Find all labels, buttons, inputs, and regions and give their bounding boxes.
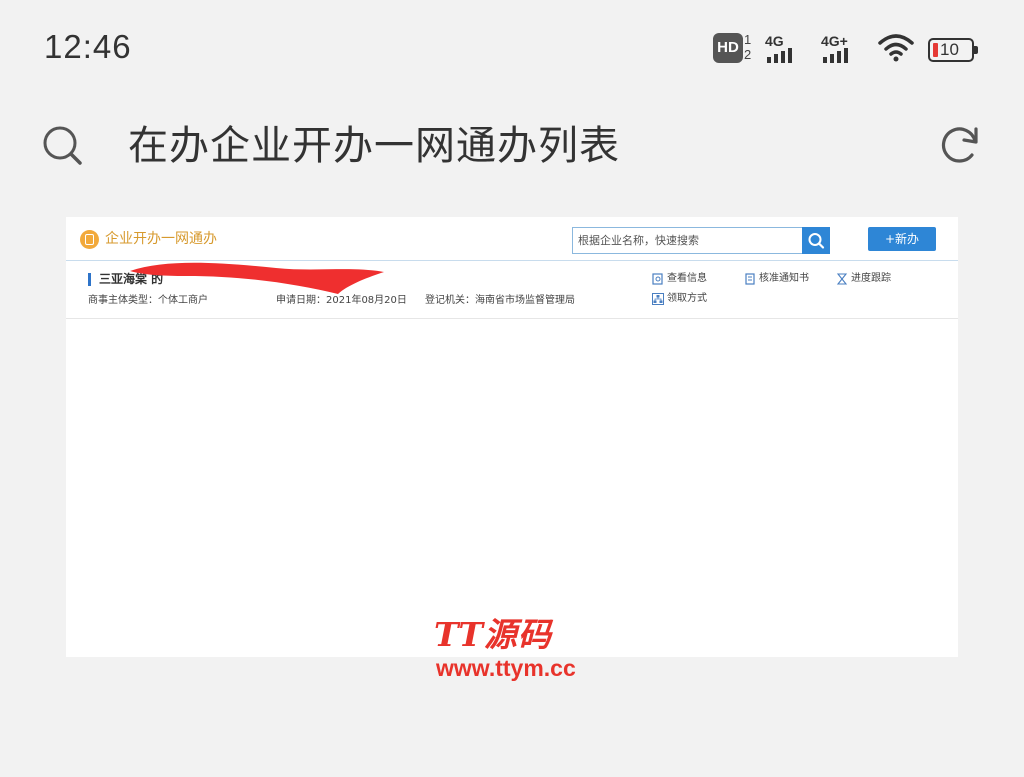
approval-notice-label: 核准通知书 <box>759 273 809 284</box>
logo-icon <box>80 230 99 249</box>
page-title: 在办企业开办一网通办列表 <box>128 123 620 169</box>
search-icon[interactable] <box>40 123 86 169</box>
hd-sim-indicator: 1 2 <box>744 32 751 62</box>
sim1-network-label: 4G <box>765 33 784 49</box>
hd-sim-bottom: 2 <box>744 47 752 62</box>
view-info-label: 查看信息 <box>667 273 707 284</box>
watermark-title: TT源码 <box>434 615 552 654</box>
view-info-button[interactable]: 查看信息 <box>652 272 707 286</box>
network-icon <box>652 293 664 305</box>
battery-tip <box>974 46 978 54</box>
web-header: 企业开办一网通办 +新办 <box>66 217 958 261</box>
signal-sim2-icon: 4G+ <box>821 33 871 65</box>
sim2-network-label: 4G+ <box>821 33 848 49</box>
signal-sim1-icon: 4G <box>765 33 815 65</box>
site-logo-text[interactable]: 企业开办一网通办 <box>105 229 217 249</box>
wifi-icon <box>878 34 914 62</box>
clock: 12:46 <box>44 28 132 65</box>
apply-date: 申请日期：2021年08月20日 <box>276 295 407 306</box>
search-submit-icon <box>808 233 825 249</box>
document-icon <box>745 273 755 285</box>
progress-tracking-label: 进度跟踪 <box>851 273 891 284</box>
search-submit-button[interactable] <box>802 227 830 254</box>
hd-sim-top: 1 <box>744 32 752 47</box>
webpage-content: 企业开办一网通办 +新办 三亚海棠 的 商事主体类型：个体工商户 申请日期：20… <box>66 217 958 657</box>
hd-voice-icon: HD <box>713 33 743 63</box>
registry-office: 登记机关：海南省市场监督管理局 <box>425 295 575 306</box>
status-bar: 12:46 HD 1 2 4G 4G+ 10 <box>0 0 1024 100</box>
approval-notice-button[interactable]: 核准通知书 <box>744 272 809 286</box>
battery-icon: 10 <box>928 38 978 62</box>
watermark-url: www.ttym.cc <box>436 655 576 681</box>
pickup-method-button[interactable]: 领取方式 <box>652 292 707 306</box>
hourglass-icon <box>836 273 848 285</box>
progress-tracking-button[interactable]: 进度跟踪 <box>836 272 891 286</box>
document-search-icon <box>652 273 663 285</box>
row-accent-bar <box>88 273 91 286</box>
company-search-field[interactable] <box>572 227 804 254</box>
reload-icon[interactable] <box>937 122 983 168</box>
battery-percent: 10 <box>940 40 959 59</box>
entity-type: 商事主体类型：个体工商户 <box>88 295 208 306</box>
new-application-button[interactable]: +新办 <box>868 227 936 251</box>
pickup-method-label: 领取方式 <box>667 293 707 304</box>
battery-level-fill <box>933 43 938 57</box>
list-item[interactable]: 三亚海棠 的 商事主体类型：个体工商户 申请日期：2021年08月20日 登记机… <box>66 262 958 319</box>
company-search-input[interactable] <box>573 228 803 253</box>
